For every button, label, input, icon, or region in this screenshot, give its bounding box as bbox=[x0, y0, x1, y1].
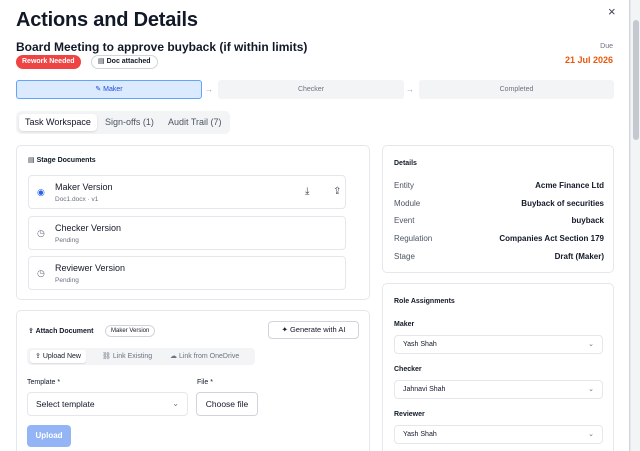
chevron-down-icon: ⌄ bbox=[588, 431, 594, 438]
clock-icon: ◷ bbox=[37, 268, 45, 278]
maker-select[interactable]: Yash Shah ⌄ bbox=[394, 335, 603, 354]
details-card: Details Entity Acme Finance Ltd Module Buy… bbox=[382, 145, 614, 273]
cloud-icon: ☁ bbox=[170, 353, 179, 360]
template-label: Template * bbox=[27, 379, 61, 386]
upload-icon: ⇪ bbox=[35, 353, 43, 360]
actions-details-modal: × Actions and Details Board Meeting to a… bbox=[0, 0, 630, 451]
template-select[interactable]: Select template ⌄ bbox=[27, 392, 188, 416]
tab-task-workspace[interactable]: Task Workspace bbox=[19, 114, 97, 131]
checker-select[interactable]: Jahnavi Shah ⌄ bbox=[394, 380, 603, 399]
doc-name: Maker Version bbox=[55, 182, 113, 192]
attach-document-title: ⇪ Attach Document bbox=[28, 328, 94, 335]
template-value: Select template bbox=[36, 399, 95, 409]
page-title: Actions and Details bbox=[16, 9, 198, 31]
doc-meta: Doc1.docx · v1 bbox=[55, 196, 99, 203]
role-assignments-title: Role Assignments bbox=[394, 298, 455, 305]
status-badge: Rework Needed bbox=[16, 55, 81, 69]
step-maker[interactable]: ✎ Maker bbox=[16, 80, 202, 99]
chevron-down-icon: ⌄ bbox=[172, 399, 179, 408]
choose-file-button[interactable]: Choose file bbox=[196, 392, 258, 416]
upload-button[interactable]: Upload bbox=[27, 425, 71, 447]
task-subtitle: Board Meeting to approve buyback (if wit… bbox=[16, 40, 308, 54]
attach-mode-tabs: ⇪ Upload New ⛓ Link Existing ☁ Link from… bbox=[27, 348, 255, 365]
arrow-right-icon: → bbox=[406, 85, 414, 94]
stage-documents-card: ▤ Stage Documents ◉ Maker Version Doc1.d… bbox=[16, 145, 370, 300]
step-completed[interactable]: Completed bbox=[419, 80, 614, 99]
arrow-right-icon: → bbox=[205, 85, 213, 94]
role-assignments-card: Role Assignments Maker Yash Shah ⌄ Check… bbox=[382, 283, 614, 451]
step-checker[interactable]: Checker bbox=[218, 80, 404, 99]
detail-row-module: Module Buyback of securities bbox=[394, 199, 604, 208]
modal-scrollbar[interactable] bbox=[630, 0, 640, 451]
clock-icon: ◷ bbox=[37, 228, 45, 238]
details-title: Details bbox=[394, 160, 417, 167]
doc-attached-badge: ▤ Doc attached bbox=[91, 55, 158, 69]
detail-row-event: Event buyback bbox=[394, 216, 604, 225]
step-label: Completed bbox=[499, 86, 534, 93]
tab-link-existing[interactable]: ⛓ Link Existing bbox=[97, 350, 157, 363]
workflow-stepper: ✎ Maker → Checker → Completed bbox=[16, 80, 614, 99]
role-label-checker: Checker bbox=[394, 366, 422, 373]
role-label-reviewer: Reviewer bbox=[394, 411, 425, 418]
tab-sign-offs[interactable]: Sign-offs (1) bbox=[99, 114, 160, 131]
file-label: File * bbox=[197, 379, 213, 386]
upload-icon[interactable]: ⇪ bbox=[333, 186, 341, 197]
doc-name: Reviewer Version bbox=[55, 263, 126, 273]
sparkle-icon: ✦ bbox=[281, 325, 290, 334]
step-label: Maker bbox=[103, 86, 123, 93]
check-circle-icon: ◉ bbox=[37, 187, 45, 197]
doc-row-reviewer: ◷ Reviewer Version Pending bbox=[28, 256, 346, 290]
reviewer-select[interactable]: Yash Shah ⌄ bbox=[394, 425, 603, 444]
chevron-down-icon: ⌄ bbox=[588, 386, 594, 393]
detail-row-stage: Stage Draft (Maker) bbox=[394, 252, 604, 261]
step-label: Checker bbox=[297, 86, 325, 93]
pencil-icon: ✎ bbox=[95, 86, 104, 93]
download-icon[interactable]: ⤓ bbox=[305, 186, 309, 197]
due-label: Due bbox=[600, 43, 613, 50]
scrollbar-thumb[interactable] bbox=[633, 20, 639, 140]
upload-icon: ⇪ bbox=[28, 328, 36, 335]
document-icon: ▤ bbox=[28, 157, 37, 164]
role-label-maker: Maker bbox=[394, 321, 415, 328]
detail-row-entity: Entity Acme Finance Ltd bbox=[394, 181, 604, 190]
chevron-down-icon: ⌄ bbox=[588, 341, 594, 348]
tab-audit-trail[interactable]: Audit Trail (7) bbox=[162, 114, 228, 131]
link-icon: ⛓ bbox=[102, 353, 113, 360]
tab-upload-new[interactable]: ⇪ Upload New bbox=[30, 350, 86, 363]
doc-name: Checker Version bbox=[55, 223, 122, 233]
close-icon[interactable]: × bbox=[608, 4, 616, 19]
stage-documents-title: ▤ Stage Documents bbox=[28, 157, 96, 164]
generate-ai-button[interactable]: ✦ Generate with AI bbox=[268, 321, 359, 339]
detail-row-regulation: Regulation Companies Act Section 179 bbox=[394, 234, 604, 243]
workspace-tabs: Task Workspace Sign-offs (1) Audit Trail… bbox=[16, 111, 230, 134]
doc-row-checker: ◷ Checker Version Pending bbox=[28, 216, 346, 250]
doc-meta: Pending bbox=[55, 277, 79, 284]
due-date: 21 Jul 2026 bbox=[564, 55, 613, 65]
version-badge: Maker Version bbox=[105, 325, 156, 337]
doc-attached-label: Doc attached bbox=[106, 58, 151, 65]
document-icon: ▤ bbox=[98, 58, 105, 65]
tab-link-onedrive[interactable]: ☁ Link from OneDrive bbox=[165, 350, 244, 363]
doc-meta: Pending bbox=[55, 237, 79, 244]
doc-row-maker: ◉ Maker Version Doc1.docx · v1 ⤓ ⇪ bbox=[28, 175, 346, 209]
